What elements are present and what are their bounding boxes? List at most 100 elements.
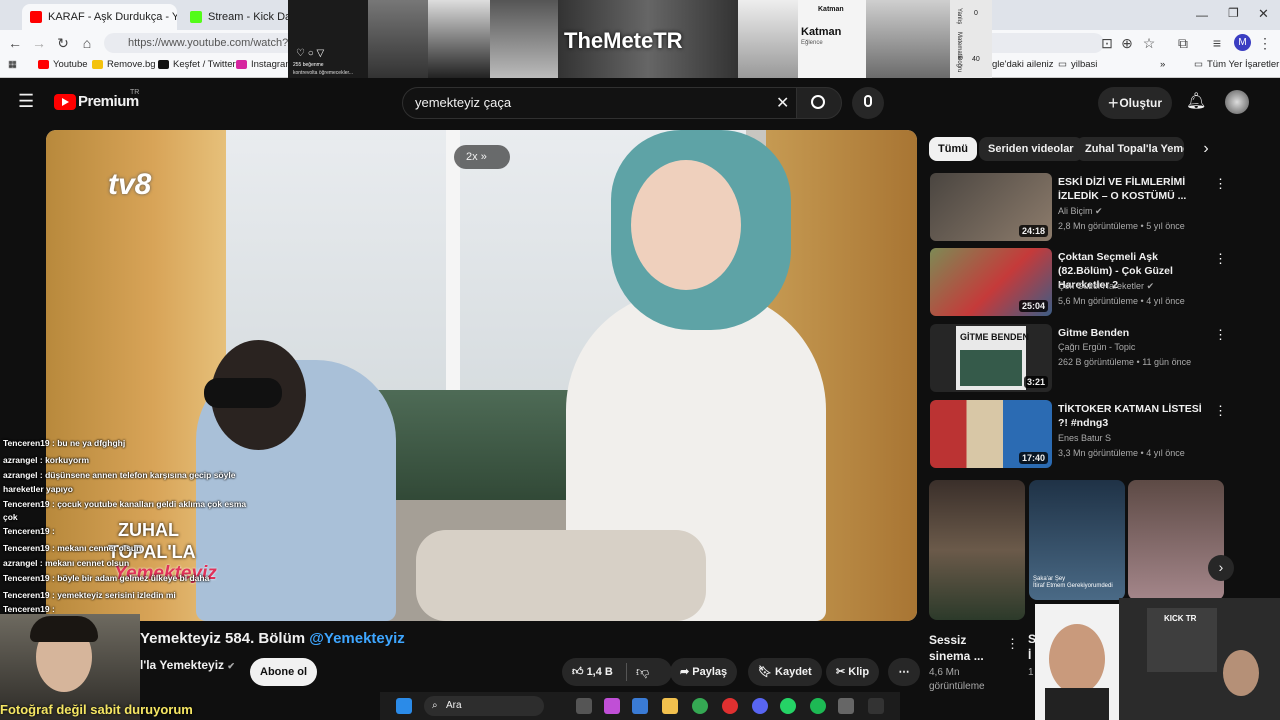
rec-channel[interactable]: Ali Biçim ✔ [1058,206,1103,217]
rec-item-3[interactable]: GİTME BENDEN 3:21 Gitme Benden Çağrı Erg… [930,324,1265,394]
more-actions-icon[interactable]: ⋮ [1214,252,1227,268]
store-icon[interactable] [838,698,854,714]
profile-avatar[interactable]: M [1234,34,1251,51]
rec-title[interactable]: TİKTOKER KATMAN LİSTESİ ?! #ndng3 [1058,402,1208,430]
bookmark-folder-yilbasi[interactable]: ▭ yilbasi [1058,59,1097,70]
account-avatar[interactable] [1225,90,1249,114]
more-actions-button[interactable]: ⋯ [888,658,920,686]
rec-channel[interactable]: Çağrı Ergün - Topic [1058,342,1135,352]
short-thumbnail-1[interactable] [929,480,1025,620]
share-button[interactable]: ➦ Paylaş [670,658,738,686]
rec-item-1[interactable]: 24:18 ESKİ DİZİ VE FİLMLERİMİ İZLEDİK – … [930,173,1265,243]
tab-kick[interactable]: Stream - Kick Dashboa [182,4,290,30]
install-icon[interactable]: ⊡ [1098,34,1116,52]
chips-next-arrow-icon[interactable]: › [1196,137,1216,161]
clear-search-icon[interactable]: ✕ [776,93,789,113]
forward-icon[interactable]: → [30,34,48,52]
short-more-actions-icon[interactable]: ⋮ [1006,636,1019,652]
rec-channel[interactable]: Enes Batur S [1058,433,1111,443]
task-view-icon[interactable] [576,698,592,714]
channel-name[interactable]: l'la Yemekteyiz ✔ [140,658,235,672]
bookmark-removebg[interactable]: Remove.bg [92,59,156,70]
like-button[interactable]: 👍︎ 1,4 B [562,658,672,686]
chat-message: Tenceren19 : yemekteyiz serisini izledin… [3,590,176,600]
rec-thumbnail[interactable]: 25:04 [930,248,1052,316]
bookmark-twitter[interactable]: Keşfet / Twitter [158,59,236,70]
video-handle-link[interactable]: @Yemekteyiz [309,630,405,647]
short-thumbnail-3[interactable] [1128,480,1224,600]
subscribe-button[interactable]: Abone ol [250,658,318,686]
reload-icon[interactable]: ↻ [54,34,72,52]
bookmark-youtube[interactable]: Youtube [38,59,88,70]
more-actions-icon[interactable]: ⋮ [1214,328,1227,344]
notifications-bell-icon[interactable]: 🔔︎ [1186,91,1206,111]
taskbar-search[interactable]: ⌕ Ara [424,696,544,716]
rec-channel[interactable]: Çok Güzel Hareketler ✔ [1058,281,1154,292]
clip-button[interactable]: ✂ Klip [826,658,880,686]
search-icon: ⌕ [432,700,438,711]
spotify-icon[interactable] [810,698,826,714]
guest-face [1049,624,1105,694]
close-window-icon[interactable]: ✕ [1258,6,1269,22]
thumbs-up-icon: 👍︎ [572,666,584,678]
more-actions-icon[interactable]: ⋮ [1214,177,1227,193]
sunglasses [204,378,282,408]
kick-favicon [190,11,202,23]
more-actions-icon[interactable]: ⋮ [1214,404,1227,420]
maximize-icon[interactable]: ❐ [1228,6,1239,20]
overlay-photo-3 [490,0,558,78]
opera-icon[interactable] [722,698,738,714]
rec-meta: 262 B görüntüleme • 11 gün önce [1058,357,1192,367]
bookmark-aileniz[interactable]: gle'daki aileniz [992,59,1054,70]
short-views-suffix: görüntüleme [929,681,985,692]
home-icon[interactable]: ⌂ [78,34,96,52]
hamburger-menu-icon[interactable]: ☰ [18,92,34,110]
rec-thumbnail[interactable]: 17:40 [930,400,1052,468]
duration-badge: 17:40 [1018,452,1048,464]
chip-zuhal-topal[interactable]: Zuhal Topal'la Yemek [1076,137,1184,161]
voice-search-button[interactable] [852,87,884,119]
reading-list-icon[interactable]: ≡ [1208,34,1226,52]
bookmark-instagram[interactable]: Instagram [236,59,293,70]
rec-item-2[interactable]: 25:04 Çoktan Seçmeli Aşk (82.Bölüm) - Ço… [930,248,1265,318]
chip-series[interactable]: Seriden videolar [979,137,1083,161]
app-icon[interactable] [868,698,884,714]
guest-photo [1035,604,1119,720]
shorts-next-arrow-icon[interactable]: › [1208,555,1234,581]
post-caption-2: kontrevolta öğremecekler... [293,70,354,76]
tab-youtube[interactable]: KARAF - Aşk Durdukça - YouTu ✕ [22,4,177,30]
playback-speed-badge: 2x » [454,145,510,169]
extensions-icon[interactable]: ⧉ [1174,34,1192,52]
discord-icon[interactable] [752,698,768,714]
copilot-icon[interactable] [604,698,620,714]
rec-title[interactable]: Gitme Benden [1058,326,1208,340]
rec-thumbnail[interactable]: 24:18 [930,173,1052,241]
search-button[interactable] [796,87,842,119]
save-button[interactable]: 🔖︎ Kaydet [748,658,822,686]
zoom-icon[interactable]: ⊕ [1118,34,1136,52]
youtube-logo-icon[interactable] [54,94,76,110]
rec-title[interactable]: ESKİ DİZİ VE FİLMLERİMİ İZLEDİK – O KOST… [1058,175,1208,203]
rec-thumbnail[interactable]: GİTME BENDEN 3:21 [930,324,1052,392]
short-title-2b[interactable]: İ [1028,648,1031,662]
apps-icon[interactable]: ▦ [8,59,17,70]
back-icon[interactable]: ← [6,34,24,52]
chat-username: Tenceren19 [3,526,50,536]
short-title[interactable]: Sessiz sinema ... [929,632,1004,664]
more-bookmarks-icon[interactable]: » [1160,59,1165,70]
menu-icon[interactable]: ⋮ [1256,34,1274,52]
rec-item-4[interactable]: 17:40 TİKTOKER KATMAN LİSTESİ ?! #ndng3 … [930,400,1265,470]
chrome-icon[interactable] [692,698,708,714]
short-thumbnail-2[interactable]: Şaka'ar Şey İtiraf Etmem Gerekiyorumdedi [1029,480,1125,600]
create-button[interactable]: + Oluştur [1098,87,1172,119]
all-bookmarks[interactable]: ▭ Tüm Yer İşaretleri [1194,59,1280,70]
windows-start-icon[interactable] [396,698,412,714]
minimize-icon[interactable]: — [1196,8,1208,22]
dislike-icon[interactable]: 👎︎ [636,664,649,680]
file-explorer-icon[interactable] [662,698,678,714]
whatsapp-icon[interactable] [780,698,796,714]
widgets-icon[interactable] [632,698,648,714]
search-input[interactable]: yemekteyiz çaça [402,87,797,119]
bookmark-star-icon[interactable]: ☆ [1140,34,1158,52]
chip-all[interactable]: Tümü [929,137,977,161]
